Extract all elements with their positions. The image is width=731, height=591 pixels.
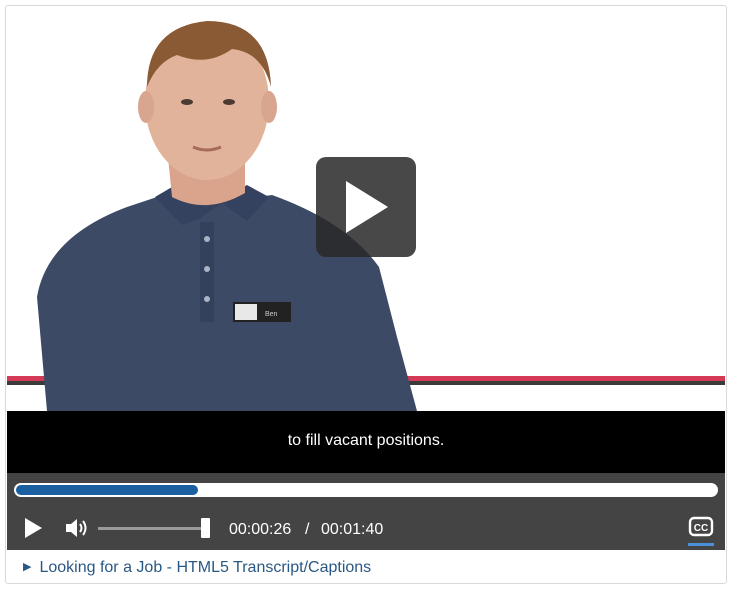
- volume-slider[interactable]: [98, 517, 211, 539]
- transcript-panel: ▶ Looking for a Job - HTML5 Transcript/Ca…: [7, 550, 725, 583]
- triangle-right-icon: ▶: [23, 561, 32, 573]
- svg-text:CC: CC: [694, 523, 708, 534]
- video-player: Ben to fill vacant positions. 00:00:26 /…: [5, 5, 727, 584]
- captions-button[interactable]: CC: [688, 516, 714, 550]
- play-button[interactable]: [21, 516, 45, 540]
- captions-active-indicator: [688, 543, 714, 546]
- play-icon: [25, 518, 42, 538]
- current-time: 00:00:26: [229, 521, 292, 538]
- seek-bar-played: [16, 485, 198, 495]
- volume-handle[interactable]: [201, 518, 210, 538]
- caption-text: to fill vacant positions.: [287, 432, 445, 449]
- transcript-toggle[interactable]: ▶ Looking for a Job - HTML5 Transcript/Ca…: [23, 559, 371, 577]
- video-frame[interactable]: Ben to fill vacant positions.: [7, 7, 725, 473]
- big-play-button[interactable]: [316, 157, 416, 257]
- control-bar: 00:00:26 / 00:01:40 CC: [7, 473, 725, 550]
- volume-icon: [66, 519, 87, 537]
- play-icon: [346, 181, 388, 233]
- mute-button[interactable]: [64, 516, 90, 540]
- time-separator: /: [305, 521, 310, 538]
- name-badge-text: Ben: [265, 311, 278, 318]
- closed-captions-icon: CC: [688, 516, 714, 537]
- transcript-toggle-label: Looking for a Job - HTML5 Transcript/Cap…: [39, 559, 372, 576]
- duration: 00:01:40: [321, 521, 384, 538]
- seek-bar[interactable]: [14, 483, 718, 497]
- volume-track: [98, 527, 206, 530]
